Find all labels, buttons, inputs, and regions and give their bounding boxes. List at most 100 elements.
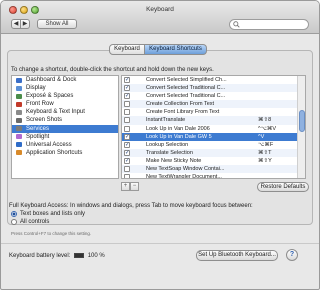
sidebar-item[interactable]: Services — [12, 124, 118, 133]
keyboard-preferences-window: Keyboard ◀ ▶ Show All Keyboard Keyboard … — [0, 0, 320, 290]
sidebar-item[interactable]: Dashboard & Dock — [12, 76, 118, 84]
shortcut-row[interactable]: Create Collection From Text — [122, 100, 305, 109]
shortcut-name: Convert Selected Traditional C... — [146, 93, 226, 100]
scrollbar-thumb[interactable] — [299, 110, 305, 132]
sidebar-item-label: Services — [26, 125, 50, 132]
shortcut-row[interactable]: ✓ Convert Selected Traditional C... — [122, 84, 305, 93]
shortcut-name: Translate Selection — [146, 149, 193, 156]
sidebar-item-label: Spotlight — [26, 133, 50, 140]
display-icon — [16, 85, 22, 91]
shortcut-checkbox[interactable] — [124, 109, 130, 116]
sidebar-item[interactable]: Screen Shots — [12, 116, 118, 124]
sidebar-item[interactable]: Exposé & Spaces — [12, 92, 118, 100]
shortcut-name: New TextSoap Window Contai... — [146, 166, 225, 173]
shortcut-name: InstantTranslate — [146, 117, 186, 124]
vertical-scrollbar[interactable] — [297, 76, 305, 178]
sidebar-item[interactable]: Application Shortcuts — [12, 149, 118, 157]
search-icon — [233, 21, 240, 28]
battery-label: Keyboard battery level: — [9, 253, 71, 260]
sidebar-item[interactable]: Universal Access — [12, 141, 118, 149]
shortcut-checkbox[interactable]: ✓ — [124, 133, 130, 140]
battery-icon — [74, 253, 85, 258]
sidebar-item[interactable]: Spotlight — [12, 133, 118, 141]
shortcut-key[interactable]: ^V — [258, 133, 264, 141]
shortcut-row[interactable]: Look Up in Van Dale 2006 ^⌥⌘V — [122, 125, 305, 133]
shortcut-key[interactable]: ⌘⇧T — [258, 149, 271, 157]
radio-label: All controls — [20, 219, 50, 225]
radio-label: Text boxes and lists only — [20, 211, 86, 217]
sidebar-item-label: Dashboard & Dock — [26, 77, 77, 83]
shortcut-checkbox[interactable]: ✓ — [124, 77, 130, 83]
shortcut-row[interactable]: ✓ Make New Sticky Note ⌘⇧Y — [122, 157, 305, 165]
show-all-button[interactable]: Show All — [37, 19, 77, 29]
shortcut-checkbox[interactable]: ✓ — [124, 93, 130, 100]
restore-defaults-button[interactable]: Restore Defaults — [257, 182, 309, 192]
tab-keyboard[interactable]: Keyboard — [109, 44, 145, 55]
shortcut-checkbox[interactable]: ✓ — [124, 157, 130, 164]
shortcut-row[interactable]: ✓ Lookup Selection ⌥⌘F — [122, 141, 305, 149]
sidebar-item[interactable]: Display — [12, 84, 118, 92]
tab-keyboard-shortcuts[interactable]: Keyboard Shortcuts — [145, 44, 207, 55]
shortcut-row[interactable]: InstantTranslate ⌘⇧8 — [122, 116, 305, 125]
shortcut-category-list[interactable]: Dashboard & Dock Display Exposé & Spaces Fr… — [11, 75, 119, 179]
shortcut-name: Make New Sticky Note — [146, 157, 202, 164]
shortcut-row[interactable]: New TextWrangler Document... — [122, 173, 305, 179]
search-field[interactable] — [229, 19, 309, 30]
shortcut-row[interactable]: New TextSoap Window Contai... — [122, 165, 305, 174]
shortcut-list[interactable]: ✓ Convert Selected Simplified Ch... ✓ Conve… — [121, 75, 306, 179]
spotlight-icon — [16, 134, 22, 140]
add-shortcut-button[interactable]: + — [121, 182, 130, 191]
shortcut-name: Convert Selected Simplified Ch... — [146, 77, 227, 83]
shortcut-row[interactable]: ✓ Translate Selection ⌘⇧T — [122, 148, 305, 157]
shortcut-key[interactable]: ⌘⇧Y — [258, 157, 272, 165]
shortcut-checkbox[interactable] — [124, 174, 130, 178]
tab-bar: Keyboard Keyboard Shortcuts — [109, 44, 207, 55]
battery-status: Keyboard battery level: 100 % — [9, 253, 105, 259]
shortcut-row[interactable]: ✓ Look Up in Van Dale GW 5 ^V — [122, 132, 305, 141]
keyboard-icon — [16, 109, 22, 115]
shortcut-row[interactable]: Create Font Library From Text — [122, 108, 305, 116]
forward-button[interactable]: ▶ — [20, 19, 30, 29]
sidebar-item[interactable]: Keyboard & Text Input — [12, 108, 118, 116]
battery-percent: 100 % — [87, 253, 105, 260]
shortcut-name: New TextWrangler Document... — [146, 174, 222, 179]
radio-button[interactable] — [11, 219, 17, 225]
shortcut-checkbox[interactable] — [124, 125, 130, 132]
window-title: Keyboard — [146, 6, 174, 13]
spaces-icon — [16, 93, 22, 99]
shortcut-key[interactable]: ⌘⇧8 — [258, 116, 271, 124]
shortcut-key[interactable]: ^⌥⌘V — [258, 125, 276, 133]
battery-fill — [75, 254, 84, 257]
instructions-text: To change a shortcut, double-click the s… — [11, 67, 214, 73]
help-button[interactable]: ? — [286, 249, 298, 261]
sidebar-item-label: Front Row — [26, 101, 54, 108]
shortcut-key[interactable]: ⌥⌘F — [258, 141, 273, 149]
sidebar-item-label: Application Shortcuts — [26, 149, 83, 156]
gear-icon — [16, 126, 22, 132]
shortcut-checkbox[interactable]: ✓ — [124, 141, 130, 148]
radio-button[interactable] — [11, 211, 17, 217]
full-keyboard-access-label: Full Keyboard Access: In windows and dia… — [9, 203, 253, 209]
title-bar: Keyboard ◀ ▶ Show All — [1, 1, 319, 34]
sidebar-item[interactable]: Front Row — [12, 100, 118, 108]
shortcut-checkbox[interactable] — [124, 101, 130, 108]
shortcut-row[interactable]: ✓ Convert Selected Simplified Ch... — [122, 76, 305, 84]
shortcut-name: Create Font Library From Text — [146, 109, 220, 116]
shortcut-checkbox[interactable] — [124, 166, 130, 173]
shortcut-checkbox[interactable]: ✓ — [124, 85, 130, 92]
shortcut-checkbox[interactable] — [124, 117, 130, 124]
shortcut-name: Look Up in Van Dale 2006 — [146, 125, 210, 132]
dock-icon — [16, 77, 22, 83]
shortcut-checkbox[interactable]: ✓ — [124, 149, 130, 156]
shortcut-name: Lookup Selection — [146, 141, 189, 148]
setup-bluetooth-keyboard-button[interactable]: Set Up Bluetooth Keyboard... — [196, 250, 278, 261]
fka-note: Press Control+F7 to change this setting. — [11, 231, 92, 236]
shortcut-name: Create Collection From Text — [146, 101, 215, 108]
sidebar-item-label: Keyboard & Text Input — [26, 109, 85, 116]
remove-shortcut-button[interactable]: − — [130, 182, 139, 191]
front-row-icon — [16, 101, 22, 107]
shortcut-name: Convert Selected Traditional C... — [146, 85, 226, 92]
sidebar-item-label: Exposé & Spaces — [26, 93, 74, 100]
app-icon — [16, 150, 22, 156]
shortcut-row[interactable]: ✓ Convert Selected Traditional C... — [122, 92, 305, 100]
